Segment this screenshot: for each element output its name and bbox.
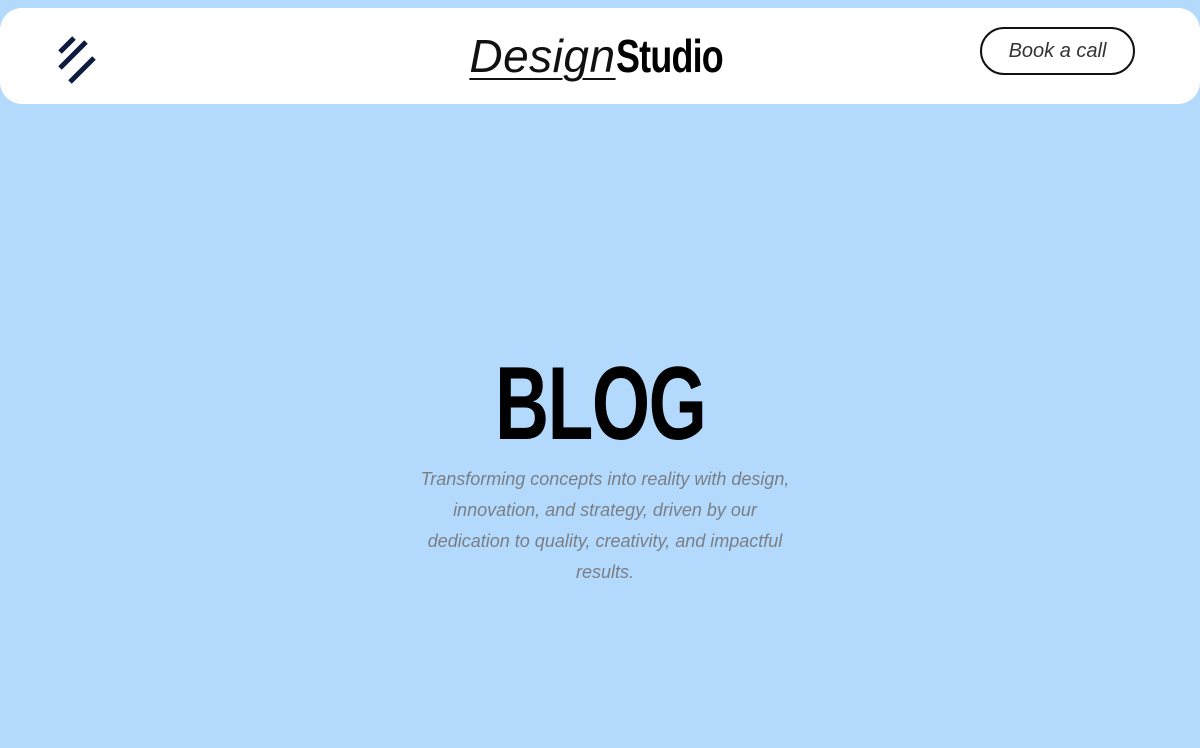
logo-design-text: Design [469, 30, 616, 82]
hero-description: Transforming concepts into reality with … [420, 469, 790, 582]
logo-studio-text: Studio [615, 30, 724, 82]
page-title: BLOG [0, 348, 1200, 460]
page-title-text: BLOG [494, 346, 707, 462]
site-header: DesignStudio Book a call [0, 8, 1200, 104]
book-a-call-button[interactable]: Book a call [980, 27, 1135, 75]
